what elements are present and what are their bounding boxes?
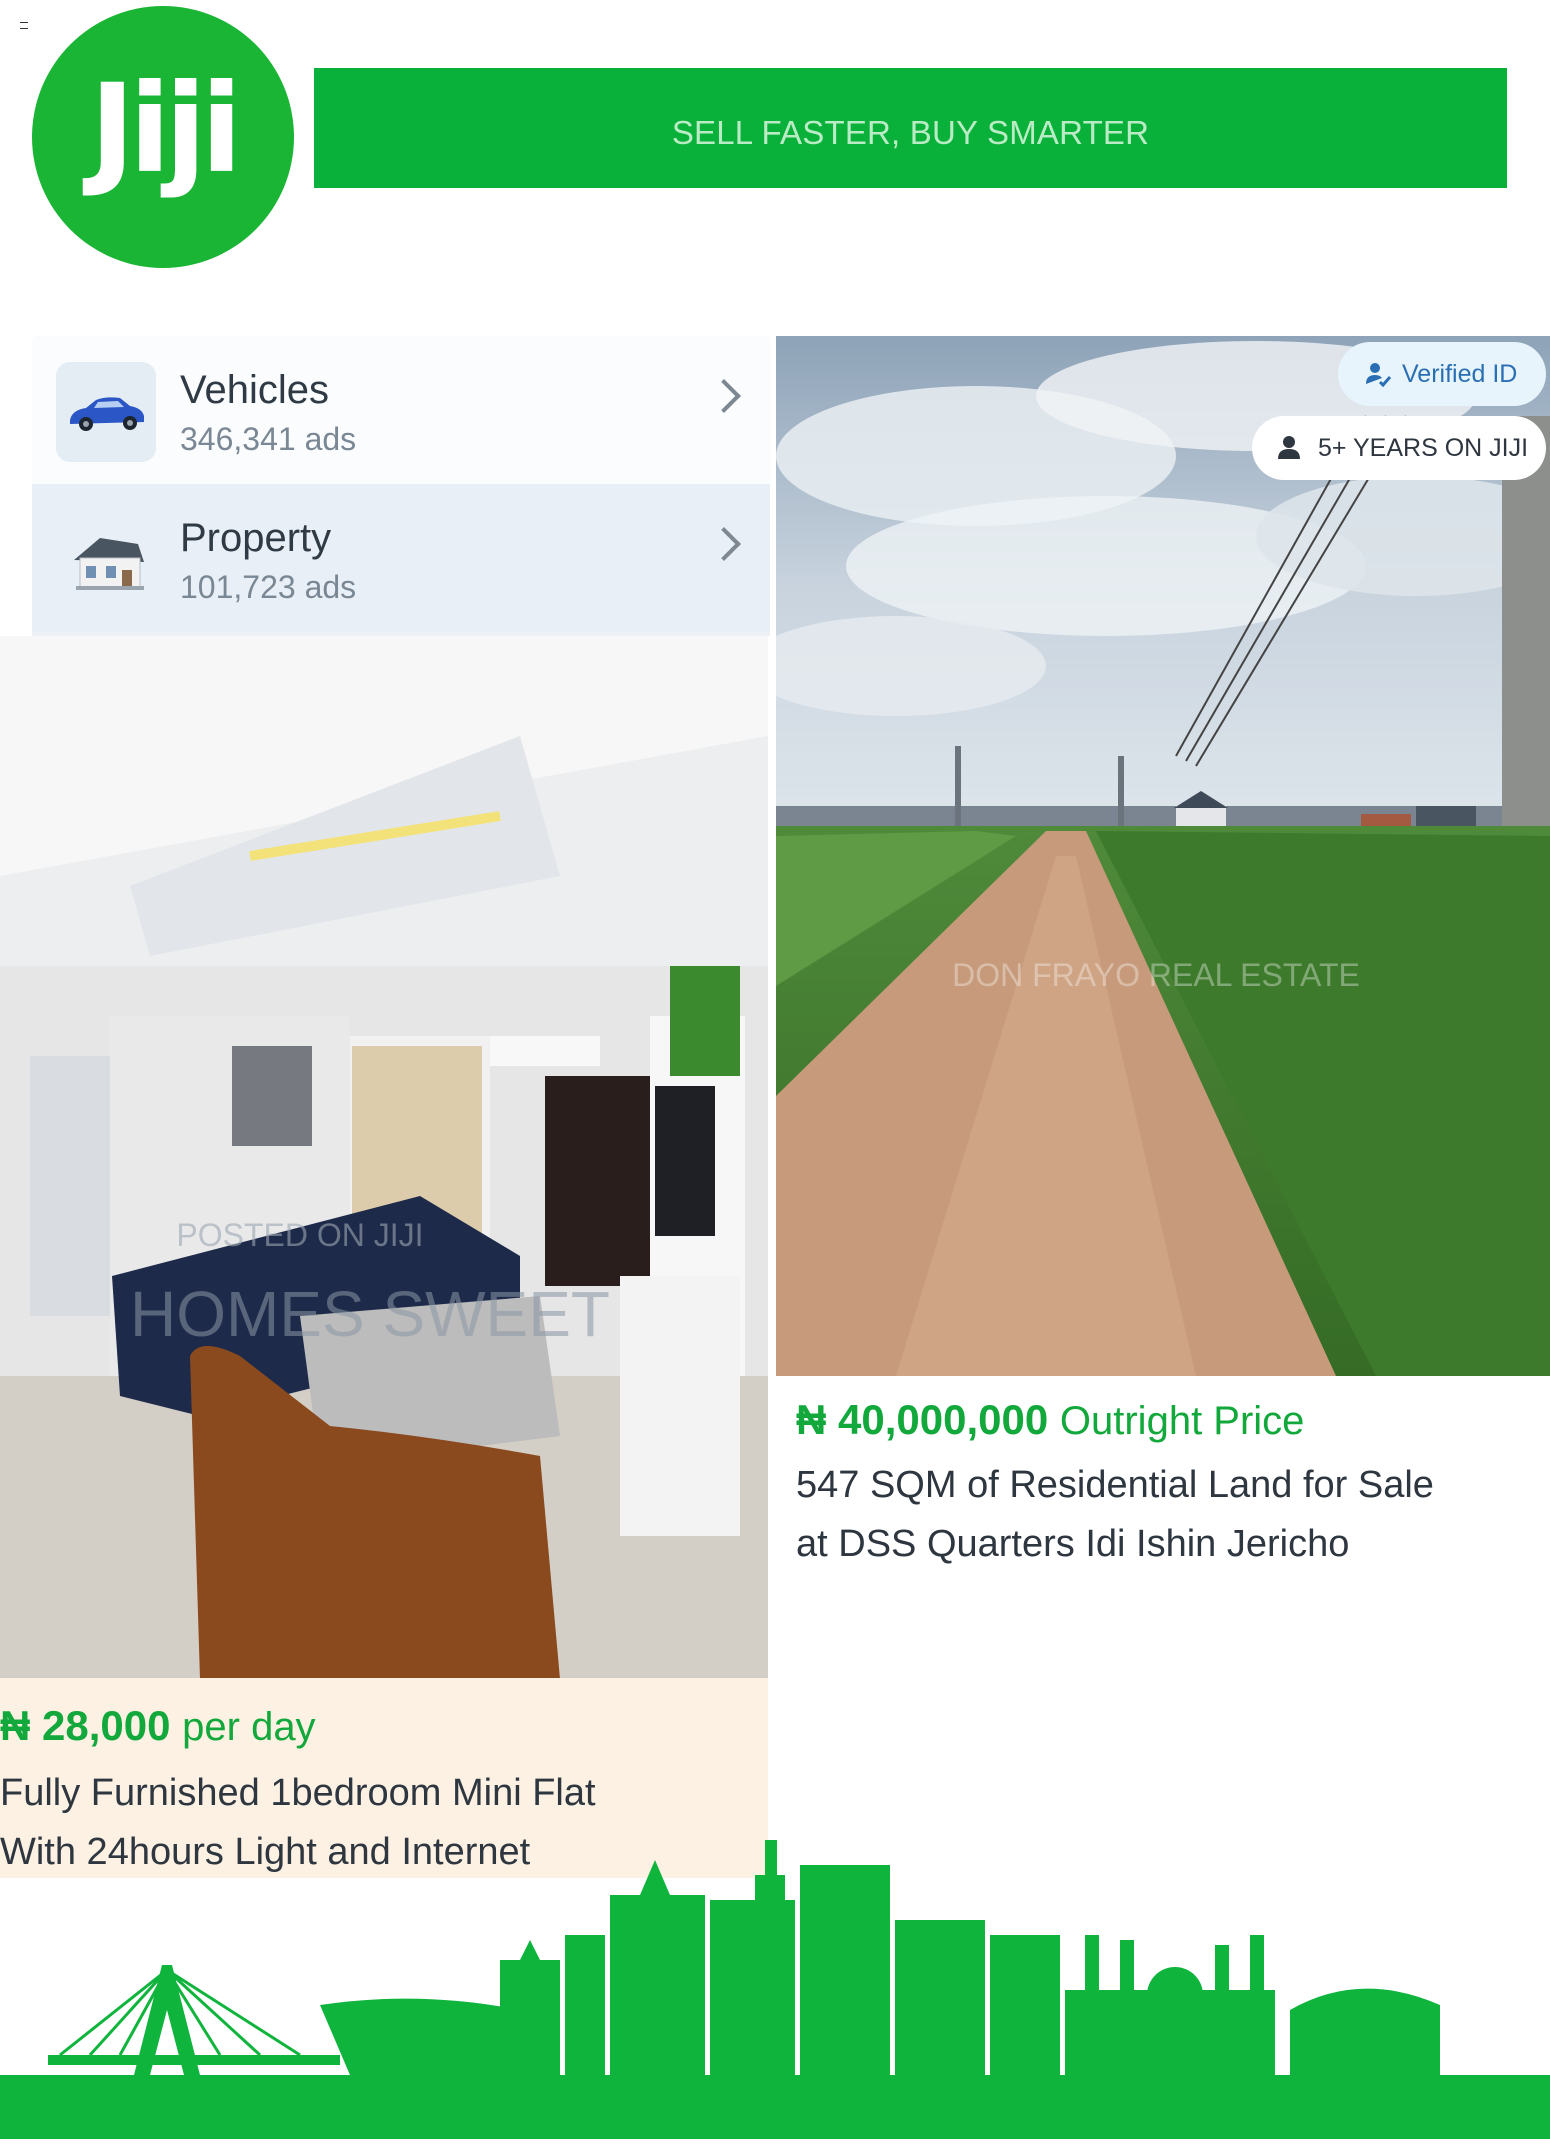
verified-id-badge: Verified ID: [1338, 342, 1546, 406]
title-line: 547 SQM of Residential Land for Sale: [796, 1464, 1434, 1506]
price-room: ₦ 28,000 per day: [0, 1702, 316, 1750]
category-name: Property: [180, 516, 332, 560]
price-value: ₦ 28,000: [0, 1702, 171, 1749]
category-name: Vehicles: [180, 368, 329, 412]
listing-title-land: 547 SQM of Residential Land for Sale at …: [796, 1456, 1434, 1574]
price-land: ₦ 40,000,000 Outright Price: [796, 1396, 1304, 1444]
price-value: ₦ 40,000,000: [796, 1396, 1049, 1443]
verified-id-label: Verified ID: [1402, 360, 1518, 388]
chevron-right-icon: [707, 379, 741, 413]
watermark-room-line1: POSTED ON JIJI: [176, 1217, 423, 1253]
price-unit: per day: [182, 1705, 316, 1749]
car-icon: [56, 362, 156, 462]
category-count: 101,723 ads: [180, 569, 357, 605]
watermark-land: DON FRAYO REAL ESTATE: [952, 957, 1360, 993]
watermark-room-line2: HOMES SWEET: [130, 1278, 610, 1350]
menu-glyph: [20, 22, 28, 29]
category-item-vehicles[interactable]: Vehicles 346,341 ads: [32, 336, 770, 485]
category-list: Vehicles 346,341 ads Property 101,723 ad…: [32, 336, 770, 636]
years-on-jiji-badge: 5+ YEARS ON JIJI: [1252, 416, 1546, 480]
person-icon: [1276, 434, 1302, 465]
logo-text: Jiji: [89, 58, 243, 200]
house-icon: [56, 510, 156, 610]
title-line: at DSS Quarters Idi Ishin Jericho: [796, 1523, 1350, 1565]
category-count: 346,341 ads: [180, 421, 357, 457]
title-line: Fully Furnished 1bedroom Mini Flat: [0, 1772, 596, 1814]
listing-photo-land[interactable]: DON FRAYO REAL ESTATE: [776, 336, 1550, 1376]
tagline-banner: SELL FASTER, BUY SMARTER: [314, 68, 1507, 188]
jiji-logo[interactable]: Jiji: [32, 6, 294, 268]
city-skyline-footer: [0, 1820, 1550, 2139]
verified-user-icon: [1364, 360, 1392, 393]
tagline-text: SELL FASTER, BUY SMARTER: [671, 114, 1150, 151]
chevron-right-icon: [707, 527, 741, 561]
years-on-jiji-label: 5+ YEARS ON JIJI: [1318, 434, 1529, 462]
listing-photo-room[interactable]: POSTED ON JIJI HOMES SWEET: [0, 636, 768, 1679]
category-item-property[interactable]: Property 101,723 ads: [32, 484, 770, 632]
price-unit: Outright Price: [1059, 1399, 1305, 1443]
